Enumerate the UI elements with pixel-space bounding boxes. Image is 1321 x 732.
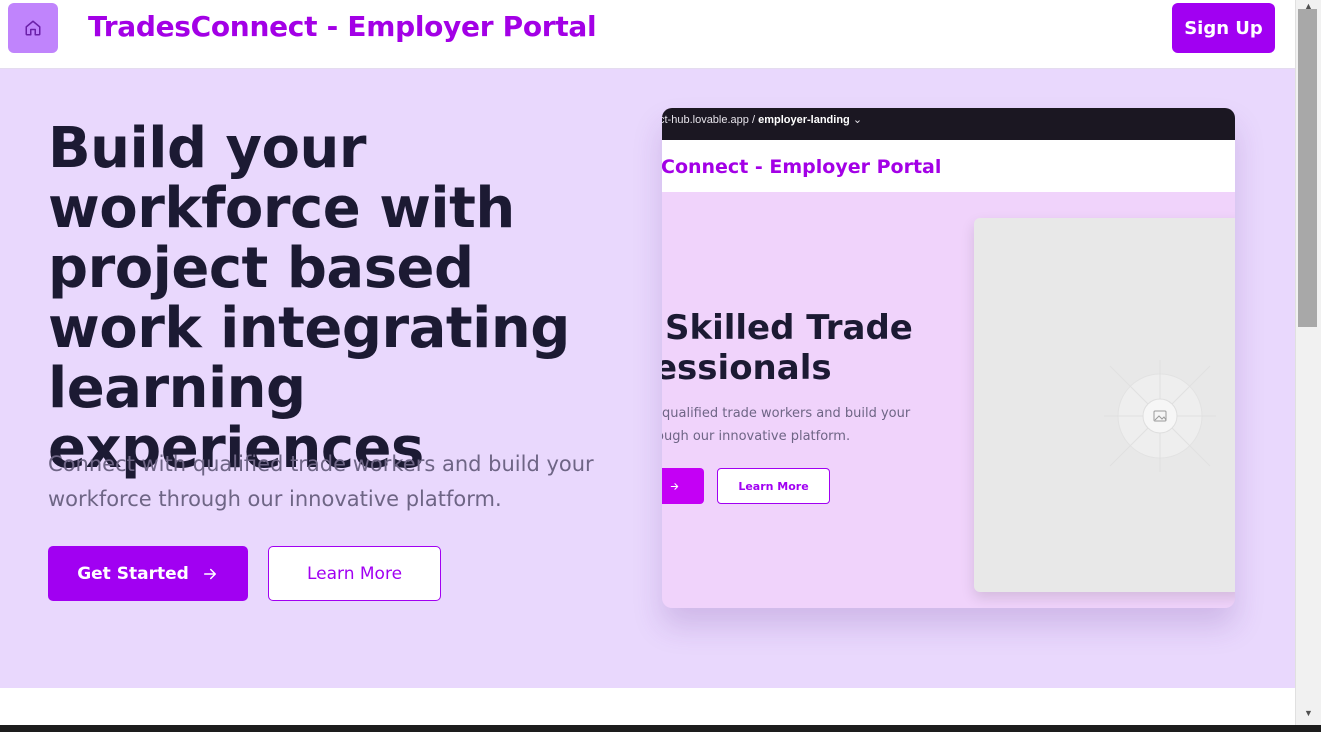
- preview-image-placeholder: [974, 218, 1235, 592]
- vertical-scrollbar[interactable]: ▲ ▼: [1295, 0, 1321, 725]
- preview-browser-bar: ct-hub.lovable.app / employer-landing ⌄: [662, 108, 1235, 140]
- preview-heading-line2: essionals: [662, 348, 832, 388]
- hero-subtitle: Connect with qualified trade workers and…: [48, 452, 594, 511]
- get-started-label: Get Started: [77, 563, 189, 584]
- preview-url: ct-hub.lovable.app / employer-landing ⌄: [662, 114, 863, 126]
- scroll-down-arrow-icon[interactable]: ▼: [1304, 708, 1313, 718]
- page-continuation: [0, 688, 1295, 725]
- preview-header: Connect - Employer Portal: [662, 140, 1235, 192]
- preview-heading-line1: Skilled Trade: [665, 308, 913, 348]
- app-title: TradesConnect - Employer Portal: [88, 10, 597, 43]
- scrollbar-thumb[interactable]: [1298, 9, 1317, 327]
- preview-learn-more-button: Learn More: [717, 468, 830, 504]
- window-bottom-edge: [0, 725, 1321, 732]
- preview-primary-button: [662, 468, 704, 504]
- preview-subtitle-line1: qualified trade workers and build your: [662, 406, 911, 421]
- learn-more-button[interactable]: Learn More: [268, 546, 441, 601]
- top-nav: TradesConnect - Employer Portal Sign Up: [0, 0, 1295, 69]
- preview-subtitle-line2: ough our innovative platform.: [662, 429, 851, 444]
- get-started-button[interactable]: Get Started: [48, 546, 248, 601]
- home-icon: [25, 20, 41, 36]
- image-placeholder-icon: [1104, 360, 1216, 472]
- arrow-right-icon: [203, 568, 216, 579]
- preview-title: Connect - Employer Portal: [662, 156, 942, 178]
- sign-up-button[interactable]: Sign Up: [1172, 3, 1275, 53]
- app-preview-screenshot: ct-hub.lovable.app / employer-landing ⌄ …: [662, 108, 1235, 608]
- home-button[interactable]: [8, 3, 58, 53]
- hero-section: Build your workforce with project based …: [0, 69, 1295, 688]
- hero-title: Build your workforce with project based …: [48, 116, 570, 481]
- arrow-right-icon: [670, 482, 679, 490]
